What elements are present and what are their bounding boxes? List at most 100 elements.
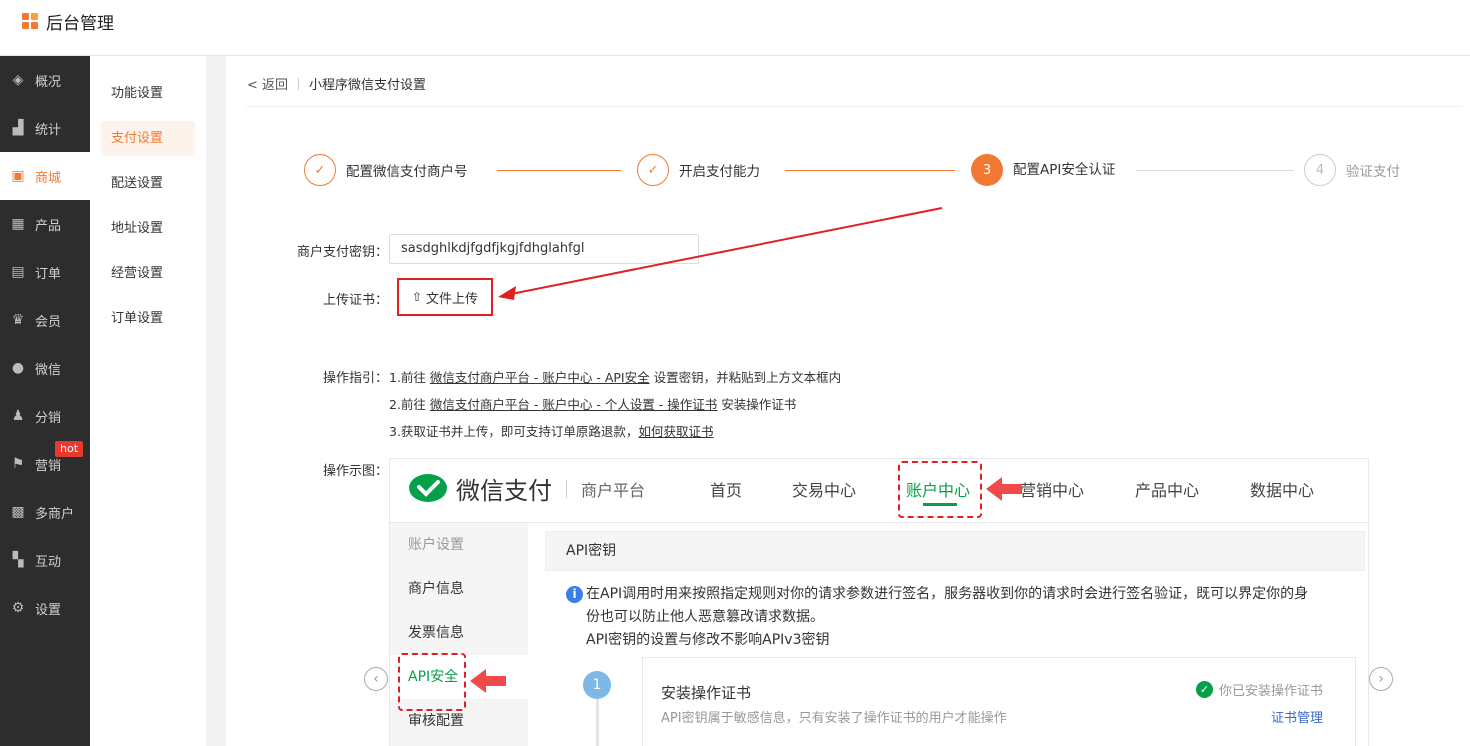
- sidebar-item-label: 设置: [35, 602, 62, 618]
- sidebar-item-distribution[interactable]: ♟ 分销: [0, 392, 90, 440]
- step-1: ✓ 配置微信支付商户号: [304, 154, 468, 186]
- multi-store-icon: ▩: [11, 504, 25, 520]
- cert-label: 上传证书：: [322, 293, 388, 308]
- sidebar-item-members[interactable]: ♛ 会员: [0, 296, 90, 344]
- demo-screenshot: 微信支付 商户平台 首页 交易中心 账户中心 营销中心 产品中心 数据中心 账户…: [389, 458, 1369, 746]
- wx-side-invoice: 发票信息: [408, 625, 464, 641]
- breadcrumb-divider: [298, 77, 300, 90]
- sidebar-item-marketing[interactable]: ⚑ 营销 hot: [0, 440, 90, 488]
- step-label: 验证支付: [1346, 164, 1400, 180]
- wx-step-status: ✓ 你已安装操作证书: [1195, 680, 1323, 699]
- sidebar-item-wechat[interactable]: ● 微信: [0, 344, 90, 392]
- step-4: 4 验证支付: [1304, 154, 1400, 186]
- back-link[interactable]: < 返回: [247, 74, 288, 93]
- interact-icon: ▚: [12, 552, 24, 568]
- sidebar-item-label: 订单: [35, 266, 62, 282]
- annotation-pointer-account: [986, 477, 1022, 501]
- wx-step-line: [596, 699, 599, 746]
- app-logo[interactable]: 后台管理: [22, 9, 114, 34]
- wx-brand: 微信支付 商户平台: [408, 471, 645, 506]
- wx-cert-manage-link: 证书管理: [1270, 711, 1323, 726]
- sidebar-item-multi-merchant[interactable]: ▩ 多商户: [0, 488, 90, 536]
- check-icon: ✓: [304, 154, 336, 186]
- wx-sidebar: 账户设置 商户信息 发票信息 API安全 审核配置: [390, 523, 528, 746]
- sidebar-item-interaction[interactable]: ▚ 互动: [0, 536, 90, 584]
- check-circle-icon: ✓: [1195, 681, 1213, 698]
- guide-line-2: 2.前往 微信支付商户平台 - 账户中心 - 个人设置 - 操作证书 安装操作证…: [389, 397, 797, 412]
- subnav-item-address[interactable]: 地址设置: [101, 211, 195, 246]
- header-divider: [246, 106, 1462, 107]
- subnav-item-business[interactable]: 经营设置: [101, 256, 195, 291]
- sidebar-item-label: 概况: [35, 74, 62, 90]
- sidebar-item-label: 微信: [35, 362, 62, 378]
- wx-step-number: 1: [583, 671, 611, 699]
- sidebar-item-label: 统计: [35, 122, 62, 138]
- sidebar-item-overview[interactable]: ◈ 概况: [0, 56, 90, 104]
- wx-nav-home: 首页: [710, 481, 743, 500]
- shop-icon: ▣: [11, 168, 25, 184]
- upload-button[interactable]: ⇧ 文件上传: [397, 278, 493, 316]
- sidebar-item-label: 产品: [35, 218, 62, 234]
- guide-label: 操作指引：: [322, 371, 388, 386]
- wx-info-block: i 在API调用时用来按照指定规则对你的请求参数进行签名，服务器收到你的请求时会…: [566, 583, 1346, 652]
- sidebar-item-label: 分销: [35, 410, 62, 426]
- sidebar-item-label: 会员: [35, 314, 62, 330]
- guide-link-api-security[interactable]: 微信支付商户平台 - 账户中心 - API安全: [430, 370, 650, 385]
- secret-label: 商户支付密钥：: [296, 245, 388, 260]
- subnav-item-payment[interactable]: 支付设置: [101, 121, 195, 156]
- crown-icon: ♛: [11, 312, 25, 328]
- gear-icon: ⚙: [11, 600, 25, 616]
- wx-step-desc: API密钥属于敏感信息，只有安装了操作证书的用户才能操作: [661, 711, 1007, 726]
- main-sidebar: ◈ 概况 ▟ 统计 ▣ 商城 ▦ 产品 ▤ 订单 ♛ 会员 ● 微信 ♟ 分销 ⚑ 营销 hot ▩…: [0, 56, 90, 746]
- step-label: 开启支付能力: [679, 164, 760, 180]
- sidebar-item-label: 营销: [35, 458, 62, 474]
- subnav-item-delivery[interactable]: 配送设置: [101, 166, 195, 201]
- sidebar-item-settings[interactable]: ⚙ 设置: [0, 584, 90, 632]
- logo-icon: [22, 12, 40, 31]
- wx-step-title: 安装操作证书: [661, 684, 752, 702]
- sidebar-item-stats[interactable]: ▟ 统计: [0, 104, 90, 152]
- sidebar-item-label: 互动: [35, 554, 62, 570]
- page-title: 小程序微信支付设置: [309, 78, 427, 93]
- step-3: 3 配置API安全认证: [971, 154, 1115, 186]
- upload-icon: ⇧: [411, 290, 423, 304]
- wx-nav-data: 数据中心: [1250, 481, 1315, 500]
- check-icon: ✓: [637, 154, 669, 186]
- step-connector: [785, 170, 955, 171]
- step-number: 4: [1304, 154, 1336, 186]
- wx-step-card: 安装操作证书 API密钥属于敏感信息，只有安装了操作证书的用户才能操作 ✓ 你已…: [642, 657, 1356, 746]
- sidebar-item-label: 多商户: [35, 506, 75, 522]
- flag-icon: ⚑: [11, 456, 25, 472]
- wechat-pay-logo-icon: [409, 473, 447, 502]
- top-bar: 后台管理: [0, 0, 1470, 56]
- wx-platform-name: 商户平台: [581, 480, 646, 500]
- wx-nav-marketing: 营销中心: [1020, 481, 1085, 500]
- wx-side-merchant-info: 商户信息: [408, 581, 464, 597]
- hot-badge: hot: [55, 441, 84, 457]
- guide-link-certificate[interactable]: 微信支付商户平台 - 账户中心 - 个人设置 - 操作证书: [430, 397, 717, 412]
- wx-card-title: API密钥: [545, 531, 1365, 571]
- sidebar-item-shop[interactable]: ▣ 商城: [0, 152, 90, 200]
- breadcrumb: < 返回 小程序微信支付设置: [247, 74, 426, 93]
- subnav-item-function[interactable]: 功能设置: [101, 76, 195, 111]
- step-number: 3: [971, 154, 1003, 186]
- wx-nav-product: 产品中心: [1135, 481, 1200, 500]
- annotation-dash-api: [398, 653, 466, 711]
- next-slide-button[interactable]: ›: [1369, 667, 1393, 691]
- sidebar-item-orders[interactable]: ▤ 订单: [0, 248, 90, 296]
- order-icon: ▤: [11, 264, 25, 280]
- step-connector: [497, 170, 621, 171]
- wx-header: 微信支付 商户平台 首页 交易中心 账户中心 营销中心 产品中心 数据中心: [390, 459, 1368, 523]
- annotation-pointer-api: [470, 669, 506, 693]
- demo-label: 操作示图：: [322, 464, 388, 479]
- wechat-icon: ●: [11, 360, 25, 376]
- guide-line-3: 3.获取证书并上传，即可支持订单原路退款，如何获取证书: [389, 424, 714, 439]
- info-icon: i: [566, 586, 583, 603]
- guide-link-how-to-get[interactable]: 如何获取证书: [638, 424, 713, 439]
- guide-line-1: 1.前往 微信支付商户平台 - 账户中心 - API安全 设置密钥，并粘贴到上方…: [389, 370, 842, 385]
- prev-slide-button[interactable]: ‹: [364, 667, 388, 691]
- user-share-icon: ♟: [11, 408, 25, 424]
- subnav-item-order[interactable]: 订单设置: [101, 301, 195, 336]
- sidebar-item-products[interactable]: ▦ 产品: [0, 200, 90, 248]
- step-label: 配置微信支付商户号: [346, 164, 468, 180]
